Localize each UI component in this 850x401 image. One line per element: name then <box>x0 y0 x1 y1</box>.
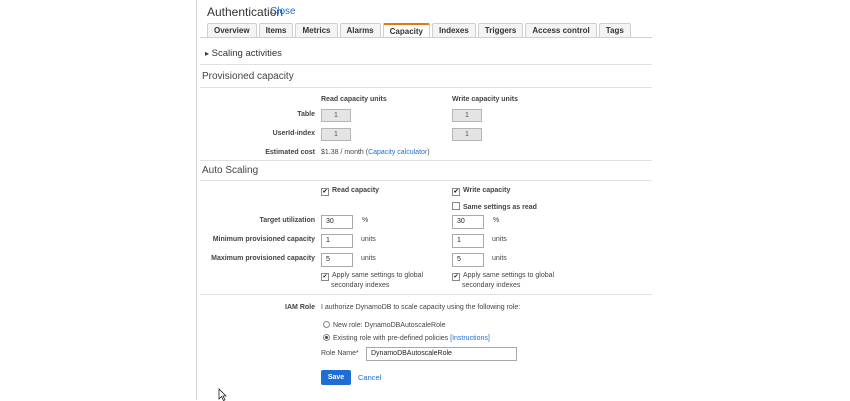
write-capacity-label: Write capacity <box>463 187 511 194</box>
radio-selected-icon[interactable] <box>323 334 330 341</box>
iam-description: I authorize DynamoDB to scale capacity u… <box>321 304 521 311</box>
existing-role-option[interactable]: Existing role with pre-defined policies … <box>323 334 490 342</box>
apply-global-read-toggle[interactable]: ✔ Apply same settings to global secondary… <box>321 271 423 290</box>
provisioned-capacity-heading: Provisioned capacity <box>202 71 294 82</box>
scaling-activities-toggle[interactable]: ▸ Scaling activities <box>205 48 282 59</box>
units-label: units <box>361 236 376 243</box>
tab-alarms[interactable]: Alarms <box>339 23 381 37</box>
new-role-label: New role: DynamoDBAutoscaleRole <box>333 322 446 329</box>
table-read-capacity: 1 <box>321 109 351 122</box>
cancel-button[interactable]: Cancel <box>358 373 381 382</box>
maximum-capacity-read-input[interactable]: 5 <box>321 253 353 267</box>
tab-items[interactable]: Items <box>258 23 294 37</box>
tab-indexes[interactable]: Indexes <box>431 23 476 37</box>
save-button[interactable]: Save <box>321 370 351 385</box>
tab-triggers[interactable]: Triggers <box>477 23 524 37</box>
units-label: units <box>361 255 376 262</box>
percent-unit: % <box>493 217 500 224</box>
minimum-capacity-write-input[interactable]: 1 <box>452 234 484 248</box>
divider <box>200 87 652 88</box>
caret-right-icon: ▸ <box>205 49 210 58</box>
estimated-cost-label: Estimated cost <box>265 149 315 156</box>
capacity-calculator-link[interactable]: Capacity calculator <box>368 149 427 156</box>
target-utilization-write-input[interactable]: 30 <box>452 215 484 229</box>
existing-role-label: Existing role with pre-defined policies <box>333 335 449 342</box>
estimated-cost-close: ) <box>427 149 430 156</box>
tab-access-control[interactable]: Access control <box>525 23 597 37</box>
tab-overview[interactable]: Overview <box>207 23 257 37</box>
close-link[interactable]: Close <box>270 6 296 17</box>
units-label: units <box>492 255 507 262</box>
target-utilization-label: Target utilization <box>259 217 315 224</box>
percent-unit: % <box>362 217 369 224</box>
checkbox-checked-icon[interactable]: ✔ <box>321 188 329 196</box>
checkbox-unchecked-icon[interactable] <box>452 202 460 210</box>
tab-capacity[interactable]: Capacity <box>382 23 430 37</box>
minimum-capacity-read-input[interactable]: 1 <box>321 234 353 248</box>
role-name-input[interactable]: DynamoDBAutoscaleRole <box>366 347 517 361</box>
maximum-capacity-write-input[interactable]: 5 <box>452 253 484 267</box>
apply-global-write-line1: Apply same settings to global <box>463 272 555 279</box>
tab-bar: Overview Items Metrics Alarms Capacity Indexe… <box>207 23 631 37</box>
divider <box>200 294 652 295</box>
checkbox-checked-icon[interactable]: ✔ <box>452 273 460 281</box>
maximum-capacity-label: Maximum provisioned capacity <box>211 255 315 262</box>
write-capacity-toggle[interactable]: ✔ Write capacity <box>452 187 510 196</box>
role-name-label: Role Name* <box>321 350 359 357</box>
divider <box>200 160 652 161</box>
write-capacity-units-header: Write capacity units <box>452 96 519 103</box>
tab-metrics[interactable]: Metrics <box>295 23 338 37</box>
units-label: units <box>492 236 507 243</box>
apply-global-write-toggle[interactable]: ✔ Apply same settings to global secondary… <box>452 271 554 290</box>
instructions-link[interactable]: [Instructions] <box>450 335 490 342</box>
left-panel-divider <box>196 0 197 400</box>
new-role-option[interactable]: New role: DynamoDBAutoscaleRole <box>323 321 445 329</box>
divider <box>200 64 652 65</box>
auto-scaling-heading: Auto Scaling <box>202 165 259 176</box>
read-capacity-toggle[interactable]: ✔ Read capacity <box>321 187 379 196</box>
tab-tags[interactable]: Tags <box>598 23 631 37</box>
divider <box>200 180 652 181</box>
estimated-cost-amount: $1.38 / month ( <box>321 149 369 156</box>
estimated-cost-value: $1.38 / month (Capacity calculator) <box>321 149 430 156</box>
checkbox-checked-icon[interactable]: ✔ <box>452 188 460 196</box>
apply-global-write-line2: secondary indexes <box>462 282 521 289</box>
table-write-capacity: 1 <box>452 109 482 122</box>
iam-role-label: IAM Role <box>285 304 315 311</box>
same-settings-toggle[interactable]: Same settings as read <box>452 202 537 211</box>
checkbox-checked-icon[interactable]: ✔ <box>321 273 329 281</box>
read-capacity-units-header: Read capacity units <box>321 96 387 103</box>
apply-global-read-line2: secondary indexes <box>331 282 390 289</box>
apply-global-read-line1: Apply same settings to global <box>332 272 424 279</box>
read-capacity-label: Read capacity <box>332 187 380 194</box>
target-utilization-read-input[interactable]: 30 <box>321 215 353 229</box>
index-write-capacity: 1 <box>452 128 482 141</box>
tab-bar-underline <box>200 37 652 38</box>
index-row-label: UserId-index <box>272 130 315 137</box>
minimum-capacity-label: Minimum provisioned capacity <box>212 236 315 243</box>
radio-unselected-icon[interactable] <box>323 321 330 328</box>
index-read-capacity: 1 <box>321 128 351 141</box>
table-row-label: Table <box>297 111 315 118</box>
mouse-pointer-icon <box>218 388 227 401</box>
same-settings-label: Same settings as read <box>463 204 537 211</box>
scaling-activities-label: Scaling activities <box>211 48 282 59</box>
